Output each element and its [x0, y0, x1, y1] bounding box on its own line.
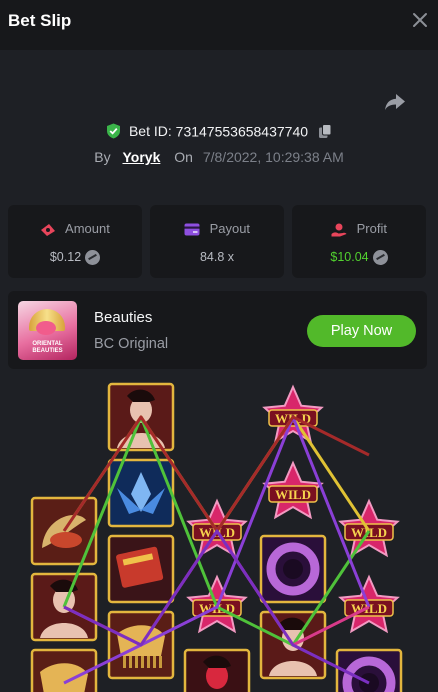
payout-card: Payout 84.8 x — [150, 205, 284, 278]
profit-label-row: Profit — [292, 221, 426, 237]
share-icon[interactable] — [384, 92, 406, 112]
copy-icon[interactable] — [318, 123, 332, 139]
bet-author-row: By Yoryk On 7/8/2022, 10:29:38 AM — [0, 149, 438, 165]
card-icon — [184, 223, 200, 236]
bet-slip-header: Bet Slip — [0, 0, 438, 50]
amount-value-row: $0.12 — [8, 250, 142, 266]
game-thumbnail[interactable]: ORIENTAL BEAUTIES — [18, 301, 77, 360]
wild-symbol: WILD — [262, 460, 324, 520]
profit-card: Profit $10.04 — [292, 205, 426, 278]
bracelet-symbol — [259, 534, 327, 604]
coin-icon — [85, 250, 101, 266]
payout-label-row: Payout — [150, 221, 284, 236]
amount-card: Amount $0.12 — [8, 205, 142, 278]
slot-board: WILDWILDWILDWILDWILDWILD — [30, 382, 403, 692]
profit-label: Profit — [356, 221, 387, 236]
payout-value: 84.8 x — [199, 250, 235, 264]
game-name: Beauties — [94, 309, 153, 326]
play-now-button[interactable]: Play Now — [307, 315, 416, 347]
amount-label-row: Amount — [8, 221, 142, 237]
bet-id-value: 73147553658437740 — [175, 123, 309, 140]
geisha-symbol — [183, 648, 251, 692]
cash-icon — [41, 223, 56, 236]
wild-symbol: WILD — [338, 498, 400, 558]
coin-icon — [372, 250, 388, 266]
bet-date: 7/8/2022, 10:29:38 AM — [202, 149, 344, 165]
profit-value-row: $10.04 — [292, 250, 426, 266]
close-icon[interactable] — [412, 12, 428, 28]
game-provider: BC Original — [94, 336, 169, 352]
wild-label: WILD — [275, 487, 311, 502]
by-label: By — [94, 149, 111, 165]
amount-value: $0.12 — [49, 250, 82, 264]
game-card: ORIENTAL BEAUTIES Beauties BC Original P… — [8, 291, 427, 369]
user-link[interactable]: Yoryk — [123, 149, 161, 165]
book-symbol — [107, 534, 175, 604]
thumbnail-caption: ORIENTAL BEAUTIES — [32, 341, 63, 354]
flower-graphic — [36, 321, 56, 335]
bet-slip-title: Bet Slip — [8, 11, 72, 30]
bet-id-row: Bet ID: 73147553658437740 — [0, 122, 438, 139]
hand-money-icon — [331, 223, 347, 237]
wild-symbol: WILD — [186, 498, 248, 558]
wild-symbol: WILD — [262, 384, 324, 444]
on-label: On — [174, 149, 193, 165]
bet-id-label: Bet ID: — [128, 123, 172, 140]
amount-label: Amount — [65, 221, 110, 236]
profit-value: $10.04 — [330, 250, 369, 264]
payout-label: Payout — [209, 221, 251, 236]
verified-shield-icon — [107, 123, 121, 139]
